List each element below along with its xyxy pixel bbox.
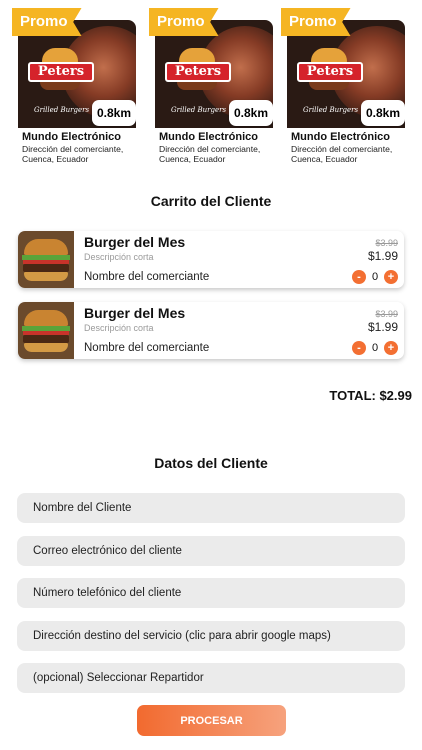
merchant-logo: Peters Grilled Burgers [297,48,363,114]
old-price: $3.99 [375,309,398,319]
promo-badge: Promo [149,8,219,36]
distance-badge: 0.8km [229,100,273,126]
price: $1.99 [367,320,398,334]
merchant-address: Dirección del comerciante, Cuenca, Ecuad… [291,144,393,164]
product-description: Descripción corta [84,252,154,262]
distance-badge: 0.8km [361,100,405,126]
old-price: $3.99 [375,238,398,248]
merchant-image: Peters Grilled Burgers 0.8km [287,20,405,128]
courier-select[interactable] [17,663,405,693]
promo-badge: Promo [12,8,82,36]
cart-title: Carrito del Cliente [150,193,272,209]
client-name-input[interactable] [17,493,405,523]
quantity-stepper: - 0 + [352,270,398,284]
merchant-card[interactable]: Peters Grilled Burgers 0.8km Promo Mundo… [149,8,273,164]
cart-item: Burger del Mes Descripción corta Nombre … [18,231,404,288]
distance-badge: 0.8km [92,100,136,126]
cart-total: TOTAL: $2.99 [329,388,412,403]
product-description: Descripción corta [84,323,154,333]
merchant-carousel: Peters Grilled Burgers 0.8km Promo Mundo… [0,8,422,166]
client-title: Datos del Cliente [154,455,268,471]
burger-image [18,231,74,288]
quantity-stepper: - 0 + [352,341,398,355]
decrease-button[interactable]: - [352,270,366,284]
merchant-name: Mundo Electrónico [291,131,390,143]
destination-address-input[interactable] [17,621,405,651]
product-title: Burger del Mes [84,305,186,321]
merchant-logo: Peters Grilled Burgers [165,48,231,114]
cart-item: Burger del Mes Descripción corta Nombre … [18,302,404,359]
quantity-value: 0 [371,271,379,283]
quantity-value: 0 [371,342,379,354]
merchant-image: Peters Grilled Burgers 0.8km [18,20,136,128]
burger-image [18,302,74,359]
merchant-name: Mundo Electrónico [22,131,121,143]
promo-badge: Promo [281,8,351,36]
increase-button[interactable]: + [384,270,398,284]
price: $1.99 [367,249,398,263]
merchant-address: Dirección del comerciante, Cuenca, Ecuad… [22,144,124,164]
decrease-button[interactable]: - [352,341,366,355]
merchant-logo: Peters Grilled Burgers [28,48,94,114]
merchant-name: Nombre del comerciante [84,271,210,283]
merchant-address: Dirección del comerciante, Cuenca, Ecuad… [159,144,261,164]
merchant-card[interactable]: Peters Grilled Burgers 0.8km Promo Mundo… [281,8,405,164]
merchant-name: Mundo Electrónico [159,131,258,143]
merchant-card[interactable]: Peters Grilled Burgers 0.8km Promo Mundo… [12,8,136,164]
merchant-image: Peters Grilled Burgers 0.8km [155,20,273,128]
client-phone-input[interactable] [17,578,405,608]
client-email-input[interactable] [17,536,405,566]
product-title: Burger del Mes [84,234,186,250]
process-button[interactable]: PROCESAR [137,705,286,736]
increase-button[interactable]: + [384,341,398,355]
merchant-name: Nombre del comerciante [84,342,210,354]
